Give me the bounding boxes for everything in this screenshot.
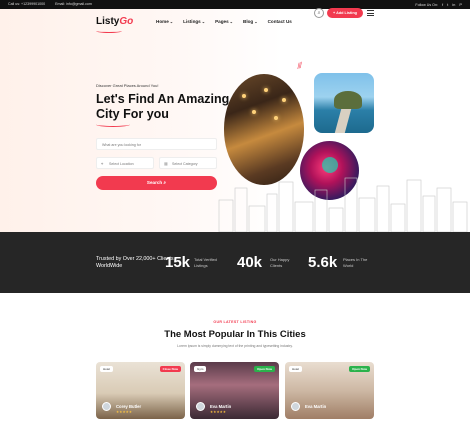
star-rating: ★★★★★	[116, 410, 133, 414]
stats-band	[0, 232, 470, 293]
section-subtitle: Lorem Ipsum is simply dummying text of t…	[177, 344, 293, 348]
search-button-label: Search	[146, 180, 163, 185]
hero-eyebrow: Discover Great Places Around You!	[96, 83, 159, 88]
stat-number: 5.6k	[308, 254, 338, 271]
stat-label: Our Happy Clients	[270, 257, 290, 268]
author-name: Eva Martin	[210, 404, 232, 409]
stat-number: 40k	[237, 254, 263, 271]
menu-icon[interactable]	[367, 10, 374, 16]
trust-text: Trusted by Over 22,000+ Clients WorldWid…	[96, 256, 174, 269]
linkedin-icon[interactable]: in	[452, 2, 455, 7]
hero-headline: Let's Find An Amazing City For you	[96, 92, 230, 121]
nav-home[interactable]: Home⌄	[156, 19, 173, 24]
chevron-down-icon: ⌄	[254, 19, 258, 24]
restaurant-photo	[224, 74, 304, 185]
category-tag: Hotel	[289, 366, 303, 372]
location-placeholder: Select Location	[109, 162, 134, 166]
twitter-icon[interactable]: t	[447, 2, 448, 7]
category-grid-icon: ▦	[164, 161, 168, 166]
section-title: The Most Popular In This Cities	[164, 329, 306, 340]
section-eyebrow: OUR LATEST LISTING	[213, 320, 257, 324]
stat-number: 15k	[165, 254, 191, 271]
author-name: Corey Butler	[116, 404, 142, 409]
listing-card[interactable]: Gym Open Now Eva Martin ★★★★★	[190, 362, 279, 419]
main-nav: Home⌄ Listings⌄ Pages⌄ Blog⌄ Contact Us	[156, 19, 292, 24]
top-info-bar: Call us: +12399901000 Email: info@gmail.…	[0, 0, 470, 9]
status-badge: Close Now	[159, 366, 181, 372]
location-select[interactable]: ⌖ Select Location	[96, 157, 154, 169]
headline-underline	[96, 122, 130, 127]
category-tag: Gym	[194, 366, 207, 372]
listing-card[interactable]: Hotel Close Now Corey Butler ★★★★★	[96, 362, 185, 419]
author-name: Eva Martin	[305, 404, 327, 409]
category-placeholder: Select Category	[172, 162, 198, 166]
category-select[interactable]: ▦ Select Category	[159, 157, 217, 169]
nav-blog[interactable]: Blog⌄	[243, 19, 258, 24]
listing-card[interactable]: Hotel Open Now Eva Martin	[285, 362, 374, 419]
nav-pages[interactable]: Pages⌄	[215, 19, 233, 24]
status-badge: Open Now	[349, 366, 370, 372]
search-button[interactable]: Search ⌕	[96, 176, 217, 190]
pinterest-icon[interactable]: P	[459, 2, 462, 7]
avatar	[102, 402, 111, 411]
island-pier-photo	[314, 73, 374, 133]
site-logo[interactable]: ListyGo	[96, 16, 133, 27]
logo-underline	[96, 29, 122, 33]
nav-listings[interactable]: Listings⌄	[183, 19, 205, 24]
chevron-down-icon: ⌄	[201, 19, 206, 24]
site-header: ListyGo Home⌄ Listings⌄ Pages⌄ Blog⌄ Con…	[0, 9, 470, 34]
what-search-input[interactable]: What are you looking for	[96, 138, 217, 150]
category-tag: Hotel	[100, 366, 114, 372]
chevron-down-icon: ⌄	[229, 19, 234, 24]
search-icon: ⌕	[163, 180, 167, 185]
location-pin-icon: ⌖	[101, 161, 104, 166]
follow-label: Follow Us On:	[415, 2, 438, 7]
stat-label: Places In The World	[343, 257, 368, 268]
city-skyline-illustration	[218, 177, 468, 232]
logo-accent: Go	[119, 16, 134, 27]
search-icon[interactable]: ⌕	[314, 8, 324, 18]
avatar	[196, 402, 205, 411]
status-badge: Open Now	[254, 366, 275, 372]
phone-text[interactable]: Call us: +12399901000	[8, 2, 45, 6]
nav-contact[interactable]: Contact Us	[268, 19, 292, 24]
chevron-down-icon: ⌄	[169, 19, 174, 24]
star-rating: ★★★★★	[210, 410, 227, 414]
email-text[interactable]: Email: info@gmail.com	[55, 2, 92, 6]
facebook-icon[interactable]: f	[442, 2, 443, 7]
add-listing-button[interactable]: + Add Listing	[327, 8, 363, 18]
logo-text: Listy	[96, 16, 120, 27]
stat-label: Total Verified Listings	[194, 257, 217, 268]
avatar	[291, 402, 300, 411]
